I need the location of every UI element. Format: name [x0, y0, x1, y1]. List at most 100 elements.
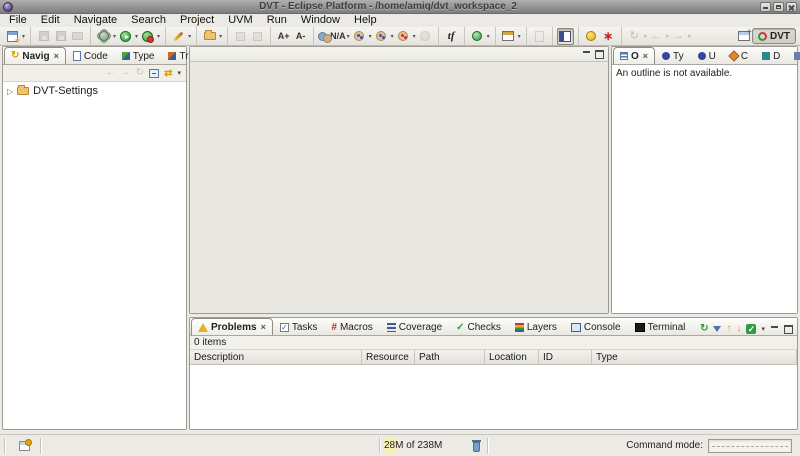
full-build-button[interactable] [583, 28, 600, 45]
menu-help[interactable]: Help [347, 14, 384, 27]
annotation-next-button [249, 28, 266, 45]
open-resource-button[interactable] [201, 28, 218, 45]
column-location[interactable]: Location [485, 350, 539, 364]
menu-navigate[interactable]: Navigate [67, 14, 124, 27]
tab-layers[interactable]: Layers [508, 318, 564, 335]
tab-problems[interactable]: Problems × [191, 318, 273, 335]
menu-edit[interactable]: Edit [34, 14, 67, 27]
semantic-db-dropdown[interactable]: ▾ [487, 33, 490, 40]
run-coverage-button[interactable] [139, 28, 156, 45]
new-wizard-button[interactable] [4, 28, 21, 45]
link-with-editor-icon[interactable]: ⇄ [164, 68, 172, 79]
column-path[interactable]: Path [415, 350, 485, 364]
editor-layout-dropdown[interactable]: ▾ [518, 33, 521, 40]
waiver-disabled-icon [420, 31, 430, 41]
maximize-editor-icon[interactable] [595, 50, 604, 59]
refresh-icon[interactable]: ↻ [700, 323, 708, 335]
menu-project[interactable]: Project [173, 14, 221, 27]
tab-diagrams[interactable]: D [755, 47, 787, 64]
tab-checks[interactable]: ✓ Checks [449, 318, 508, 335]
editor-layout-button[interactable] [500, 28, 517, 45]
command-mode-label: Command mode: [626, 440, 703, 451]
minimize-view-icon[interactable] [770, 325, 779, 334]
add-icon[interactable]: ✓ [746, 324, 756, 334]
run-dropdown[interactable]: ▾ [135, 33, 138, 40]
tab-checks-view[interactable]: C [723, 47, 755, 64]
waiver-red-button[interactable] [395, 28, 412, 45]
close-icon[interactable]: × [261, 322, 266, 332]
navigator-view: ↻ Navig × Code Type Trace ← → [2, 46, 187, 430]
tab-console[interactable]: Console [564, 318, 628, 335]
tab-terminal[interactable]: Terminal [628, 318, 693, 335]
menu-file[interactable]: File [2, 14, 34, 27]
menu-uvm[interactable]: UVM [221, 14, 259, 27]
text-format-button[interactable]: tf [443, 28, 460, 45]
waiver-blue-1-button[interactable] [351, 28, 368, 45]
open-resource-dropdown[interactable]: ▾ [219, 33, 222, 40]
waivers-dropdown[interactable]: ▾ [347, 33, 350, 40]
semantic-db-button[interactable] [469, 28, 486, 45]
tab-verification[interactable]: Ve [787, 47, 800, 64]
tab-navig[interactable]: ↻ Navig × [4, 47, 66, 64]
waiver-blue-1-dropdown[interactable]: ▾ [369, 33, 372, 40]
build-button[interactable] [95, 28, 112, 45]
tab-uvm[interactable]: U [691, 47, 723, 64]
view-menu-icon[interactable]: ▾ [177, 69, 181, 77]
waiver-blue-2-dropdown[interactable]: ▾ [391, 33, 394, 40]
tab-macros[interactable]: # Macros [324, 318, 379, 335]
tab-tasks[interactable]: ✓ Tasks [273, 318, 325, 335]
run-coverage-dropdown[interactable]: ▾ [157, 33, 160, 40]
maximize-window-button[interactable] [773, 2, 784, 12]
run-button[interactable] [117, 28, 134, 45]
quick-fix-dropdown[interactable]: ▾ [188, 33, 191, 40]
page-icon [535, 31, 544, 42]
problems-table-body[interactable] [190, 365, 797, 429]
column-resource[interactable]: Resource [362, 350, 415, 364]
font-decrease-button[interactable]: A- [292, 28, 309, 45]
close-icon[interactable]: × [643, 51, 648, 61]
garbage-collect-icon[interactable] [472, 440, 481, 452]
command-mode-field[interactable] [708, 439, 792, 453]
view-menu-icon[interactable]: ▾ [761, 325, 765, 333]
collapse-all-icon[interactable] [149, 69, 159, 78]
tab-types[interactable]: Ty [655, 47, 691, 64]
menu-run[interactable]: Run [260, 14, 294, 27]
close-icon[interactable]: × [54, 51, 59, 61]
stop-build-button[interactable]: ∗ [600, 28, 617, 45]
waivers-button[interactable]: N/A [318, 28, 346, 45]
back-button: ← [648, 28, 665, 45]
minimize-editor-icon[interactable] [582, 50, 591, 59]
toggle-editor-area-button[interactable] [557, 28, 574, 45]
expander-icon[interactable]: ▷ [7, 87, 13, 96]
tree-item-dvt-settings[interactable]: ▷ DVT-Settings [7, 85, 182, 97]
waiver-red-dropdown[interactable]: ▾ [413, 33, 416, 40]
down-arrow-icon[interactable]: ↓ [736, 323, 741, 335]
minimize-window-button[interactable] [760, 2, 771, 12]
waiver-blue-2-button[interactable] [373, 28, 390, 45]
dvt-perspective-button[interactable]: DVT [752, 28, 796, 44]
open-perspective-button[interactable] [735, 28, 752, 45]
editor-content[interactable] [190, 62, 608, 313]
menu-search[interactable]: Search [124, 14, 173, 27]
status-launch-icon[interactable] [19, 441, 30, 451]
full-build-icon [586, 31, 596, 41]
filter-icon[interactable] [713, 326, 721, 332]
column-type[interactable]: Type [592, 350, 797, 364]
tab-coverage[interactable]: Coverage [380, 318, 449, 335]
quick-fix-button[interactable] [170, 28, 187, 45]
close-window-button[interactable] [786, 2, 797, 12]
menu-window[interactable]: Window [294, 14, 347, 27]
console-icon [571, 323, 581, 332]
column-description[interactable]: Description [190, 350, 362, 364]
font-increase-button[interactable]: A+ [275, 28, 292, 45]
app-window-icon[interactable] [3, 2, 13, 12]
new-wizard-dropdown[interactable]: ▾ [22, 33, 25, 40]
column-id[interactable]: ID [539, 350, 592, 364]
editor-layout-icon [502, 31, 514, 41]
tab-code[interactable]: Code [66, 47, 115, 64]
maximize-view-icon[interactable] [784, 325, 793, 334]
tab-outline[interactable]: O × [613, 47, 655, 64]
tab-type[interactable]: Type [115, 47, 162, 64]
build-dropdown[interactable]: ▾ [113, 33, 116, 40]
up-arrow-icon[interactable]: ↑ [726, 323, 731, 335]
